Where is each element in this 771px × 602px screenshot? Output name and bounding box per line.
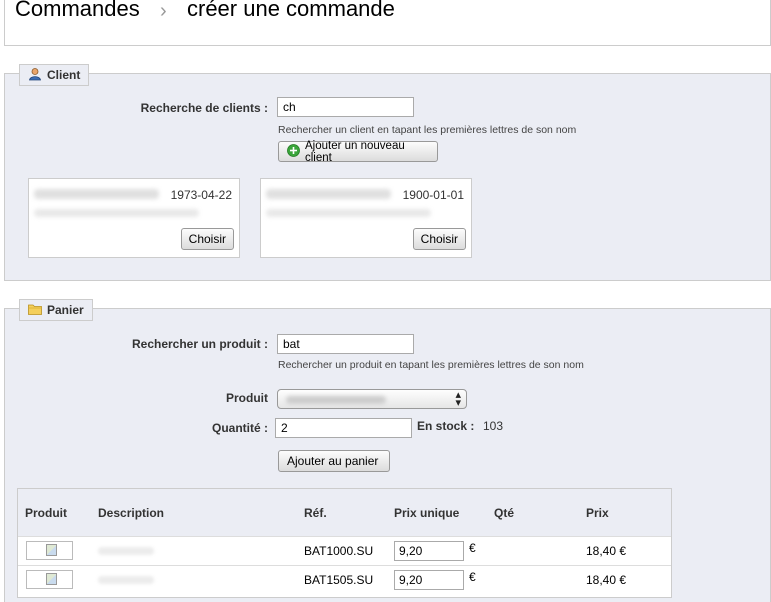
currency-symbol: € <box>469 570 476 584</box>
page-title: créer une commande <box>187 0 395 21</box>
line-price: 18,40 € <box>586 573 627 587</box>
col-header-price: Prix <box>586 506 609 520</box>
breadcrumb-root[interactable]: Commandes <box>15 0 140 22</box>
currency-symbol: € <box>469 541 476 555</box>
col-header-description: Description <box>98 506 165 520</box>
client-card: 1900-01-01 Choisir <box>260 178 472 258</box>
client-email <box>34 209 199 217</box>
product-select[interactable]: ▴ ▾ <box>277 389 467 409</box>
broken-image-icon <box>46 573 57 585</box>
plus-circle-icon <box>287 143 300 160</box>
user-icon <box>28 67 42 84</box>
col-header-product: Produit <box>25 506 67 520</box>
stock-label: En stock : <box>417 419 475 433</box>
choose-client-button[interactable]: Choisir <box>180 228 234 250</box>
product-description <box>98 576 154 584</box>
col-header-qty: Qté <box>494 506 515 520</box>
client-legend-label: Client <box>47 68 81 82</box>
client-email <box>266 209 431 217</box>
client-section: Client Recherche de clients : Rechercher… <box>4 64 771 281</box>
unit-price-input[interactable] <box>394 570 464 590</box>
table-row: BAT1505.SU € 18,40 € <box>18 565 671 594</box>
cart-table: Produit Description Réf. Prix unique Qté… <box>17 488 672 598</box>
add-to-cart-button[interactable]: Ajouter au panier <box>278 450 390 472</box>
choose-client-button[interactable]: Choisir <box>412 228 466 250</box>
unit-price-input[interactable] <box>394 541 464 561</box>
cart-table-header: Produit Description Réf. Prix unique Qté… <box>18 489 671 536</box>
line-price: 18,40 € <box>586 544 627 558</box>
client-name <box>266 189 391 199</box>
cart-legend: Panier <box>19 299 93 321</box>
broken-image-icon <box>46 544 57 556</box>
quantity-input[interactable] <box>275 418 412 438</box>
cart-legend-label: Panier <box>47 303 84 317</box>
client-birthdate: 1900-01-01 <box>402 188 464 202</box>
client-search-label: Recherche de clients : <box>140 101 268 115</box>
quantity-label: Quantité : <box>212 421 268 435</box>
col-header-unit-price: Prix unique <box>394 506 460 520</box>
product-ref: BAT1505.SU <box>304 573 374 587</box>
product-ref: BAT1000.SU <box>304 544 374 558</box>
product-label: Produit <box>226 391 268 405</box>
client-search-hint: Rechercher un client en tapant les premi… <box>278 124 577 136</box>
product-thumbnail <box>26 541 73 560</box>
product-select-value <box>286 396 386 404</box>
product-description <box>98 547 154 555</box>
page-header: Commandes › créer une commande <box>4 0 771 46</box>
folder-icon <box>28 303 42 318</box>
add-client-button[interactable]: Ajouter un nouveau client <box>278 139 438 164</box>
client-card: 1973-04-22 Choisir <box>28 178 240 258</box>
product-search-hint: Rechercher un produit en tapant les prem… <box>278 359 584 371</box>
select-arrows-icon: ▴ ▾ <box>455 389 461 409</box>
table-row: BAT1000.SU € 18,40 € <box>18 536 671 565</box>
product-search-label: Rechercher un produit : <box>131 337 268 351</box>
product-search-input[interactable] <box>277 334 414 354</box>
client-legend: Client <box>19 64 90 86</box>
product-thumbnail <box>26 570 73 589</box>
client-name <box>34 189 159 199</box>
col-header-ref: Réf. <box>304 506 327 520</box>
client-birthdate: 1973-04-22 <box>170 188 232 202</box>
add-client-label: Ajouter un nouveau client <box>305 139 405 164</box>
client-search-input[interactable] <box>277 97 414 117</box>
breadcrumb-separator-icon: › <box>160 0 167 22</box>
stock-value: 103 <box>483 419 504 433</box>
